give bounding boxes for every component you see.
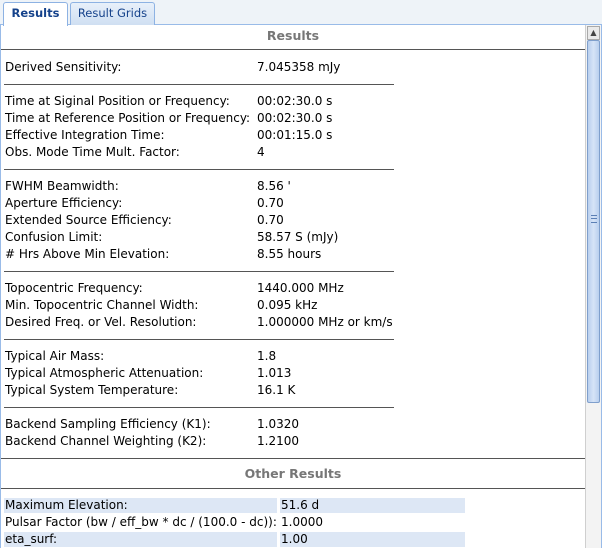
grip-icon xyxy=(591,215,597,223)
other-row-eta-surf: eta_surf: 1.00 xyxy=(4,532,465,547)
other-row-pulsar-factor: Pulsar Factor (bw / eff_bw * dc / (100.0… xyxy=(4,515,465,530)
row-label: Topocentric Frequency: xyxy=(5,281,143,295)
row-label: Obs. Mode Time Mult. Factor: xyxy=(5,145,180,159)
other-row-max-elevation: Maximum Elevation: 51.6 d xyxy=(4,498,465,513)
row-value: 1440.000 MHz xyxy=(257,281,344,295)
row-value: 58.57 S (mJy) xyxy=(257,230,339,244)
group-separator xyxy=(4,407,394,408)
scrollbar-thumb[interactable] xyxy=(587,40,600,403)
row-label: Typical Atmospheric Attenuation: xyxy=(5,366,204,380)
group-separator xyxy=(4,84,394,85)
row-value: 0.095 kHz xyxy=(257,298,318,312)
row-label: Backend Sampling Efficiency (K1): xyxy=(5,417,211,431)
other-results-title: Other Results xyxy=(244,466,342,481)
other-label: eta_surf: xyxy=(4,532,277,547)
row-label: Time at Siginal Position or Frequency: xyxy=(5,94,230,108)
row-label: # Hrs Above Min Elevation: xyxy=(5,247,170,261)
row-label: Time at Reference Position or Frequency: xyxy=(5,111,251,125)
row-label: Desired Freq. or Vel. Resolution: xyxy=(5,315,197,329)
row-label: Aperture Efficiency: xyxy=(5,196,123,210)
row-label: Extended Source Efficiency: xyxy=(5,213,172,227)
other-label: Pulsar Factor (bw / eff_bw * dc / (100.0… xyxy=(5,515,277,529)
vertical-scrollbar[interactable]: ▲ xyxy=(585,25,601,548)
group-separator xyxy=(4,271,394,272)
row-label: Typical System Temperature: xyxy=(5,383,179,397)
row-value: 0.70 xyxy=(257,196,284,210)
other-value: 51.6 d xyxy=(280,498,465,513)
row-label: Confusion Limit: xyxy=(5,230,103,244)
row-value: 00:02:30.0 s xyxy=(257,111,333,125)
results-content: Results Derived Sensitivity: 7.045358 mJ… xyxy=(1,25,585,548)
row-value: 00:01:15.0 s xyxy=(257,128,333,142)
row-label: Derived Sensitivity: xyxy=(5,60,122,74)
row-value: 00:02:30.0 s xyxy=(257,94,333,108)
row-label: FWHM Beamwidth: xyxy=(5,179,119,193)
section-divider xyxy=(1,488,585,489)
row-value: 16.1 K xyxy=(257,383,296,397)
other-value: 1.0000 xyxy=(281,515,323,529)
row-value: 7.045358 mJy xyxy=(257,60,341,74)
tab-results[interactable]: Results xyxy=(3,2,68,26)
other-value: 1.00 xyxy=(280,532,465,547)
group-separator xyxy=(4,169,394,170)
group-separator xyxy=(4,339,394,340)
row-value: 8.55 hours xyxy=(257,247,322,261)
row-label: Backend Channel Weighting (K2): xyxy=(5,434,207,448)
row-label: Effective Integration Time: xyxy=(5,128,165,142)
row-label: Typical Air Mass: xyxy=(5,349,105,363)
row-value: 1.8 xyxy=(257,349,277,363)
row-value: 1.013 xyxy=(257,366,292,380)
row-value: 0.70 xyxy=(257,213,284,227)
tab-bar: Results Result Grids xyxy=(0,0,602,26)
other-label: Maximum Elevation: xyxy=(4,498,277,513)
scroll-up-icon[interactable]: ▲ xyxy=(587,26,600,40)
row-label: Min. Topocentric Channel Width: xyxy=(5,298,199,312)
row-value: 1.000000 MHz or km/s xyxy=(257,315,393,329)
tab-result-grids[interactable]: Result Grids xyxy=(70,2,155,25)
section-divider xyxy=(1,49,585,50)
section-divider xyxy=(1,458,585,459)
results-section-title: Results xyxy=(266,28,320,43)
results-panel: Results Derived Sensitivity: 7.045358 mJ… xyxy=(0,25,602,548)
row-value: 1.2100 xyxy=(257,434,299,448)
row-value: 4 xyxy=(257,145,265,159)
row-value: 1.0320 xyxy=(257,417,299,431)
row-value: 8.56 ' xyxy=(257,179,291,193)
